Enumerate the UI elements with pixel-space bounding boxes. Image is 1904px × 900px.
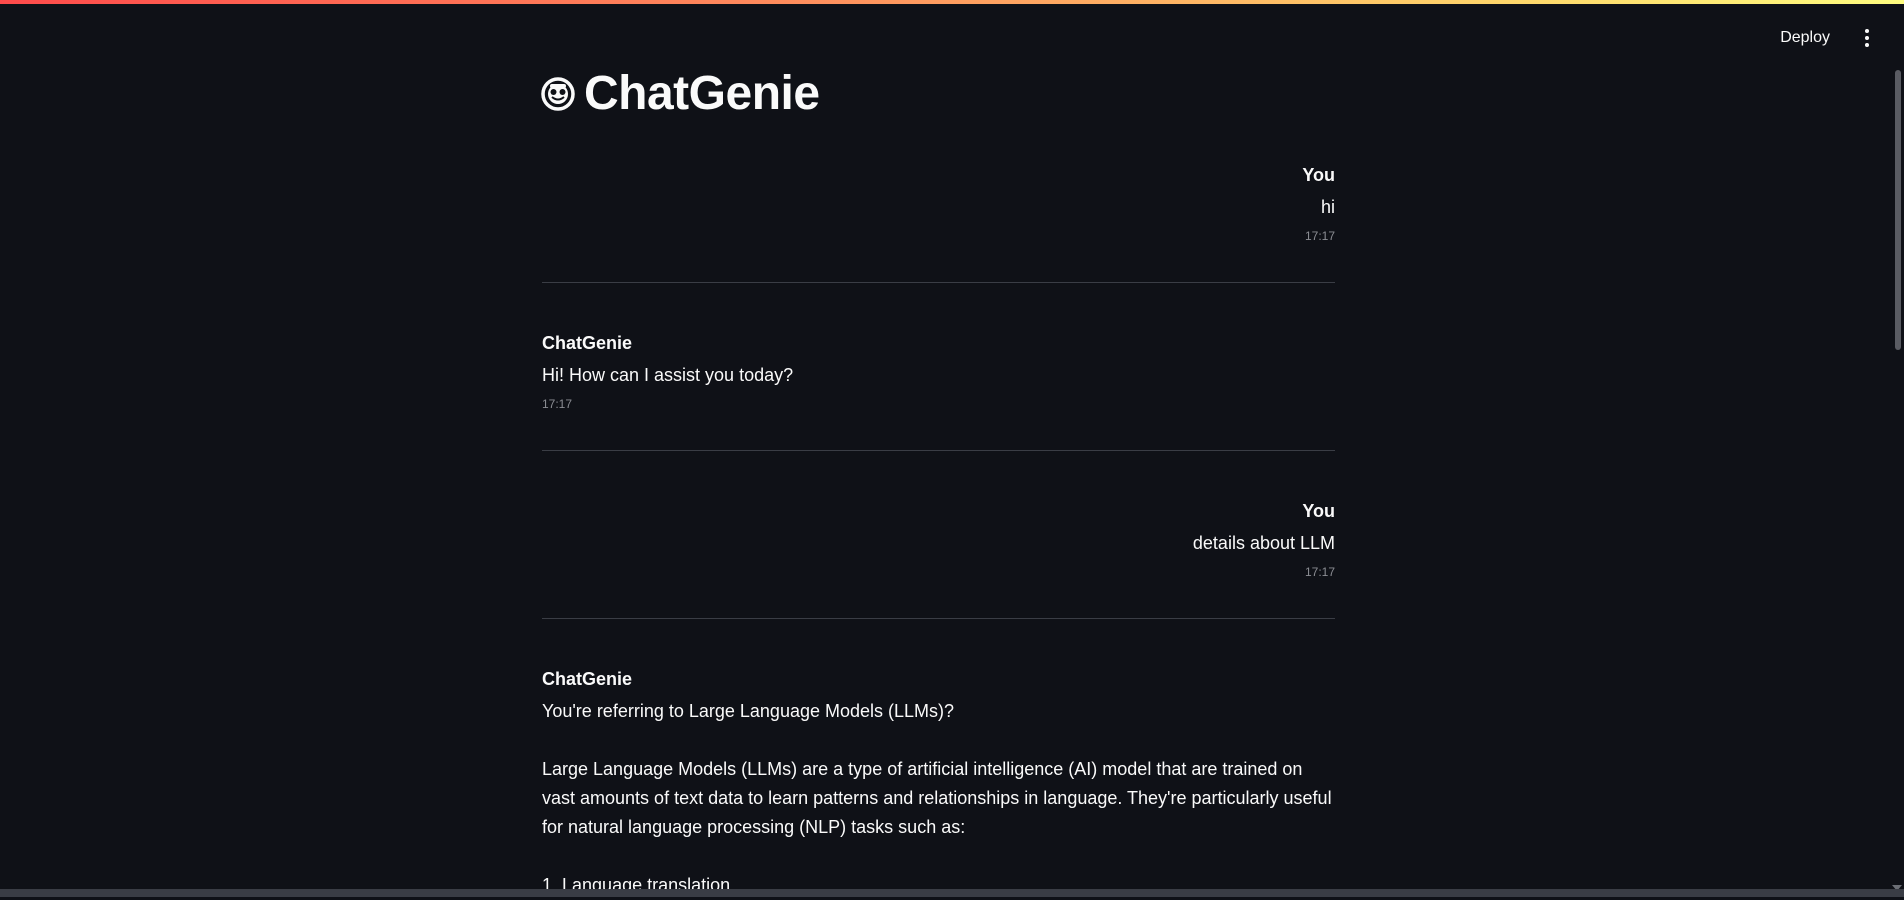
- page-title: ChatGenie: [540, 70, 820, 118]
- message-timestamp: 17:17: [542, 397, 573, 411]
- vertical-scrollbar[interactable]: [1892, 60, 1904, 891]
- deploy-button[interactable]: Deploy: [1774, 25, 1836, 51]
- message-text: details about LLM: [1192, 533, 1335, 553]
- app-toolbar: Deploy: [1774, 22, 1876, 54]
- message-paragraph: You're referring to Large Language Model…: [542, 701, 955, 721]
- message-timestamp: 17:17: [1304, 565, 1335, 579]
- chat-message-bot: ChatGenie You're referring to Large Lang…: [542, 668, 1335, 900]
- message-divider: [542, 618, 1335, 619]
- message-author: You: [1302, 501, 1335, 521]
- message-divider: [542, 450, 1335, 451]
- message-author: ChatGenie: [542, 333, 633, 353]
- chat-message-user: You hi 17:17: [542, 164, 1335, 244]
- chat-message-bot: ChatGenie Hi! How can I assist you today…: [542, 332, 1335, 412]
- genie-face-icon: [541, 77, 575, 111]
- more-options-icon[interactable]: [1858, 26, 1876, 50]
- message-author: ChatGenie: [542, 669, 633, 689]
- message-author: You: [1302, 165, 1335, 185]
- message-paragraph: Large Language Models (LLMs) are a type …: [542, 759, 1332, 837]
- bottom-scroll-track: [0, 889, 1904, 897]
- scrollbar-thumb[interactable]: [1895, 70, 1901, 350]
- message-timestamp: 17:17: [1304, 229, 1335, 243]
- message-text: Hi! How can I assist you today?: [542, 365, 794, 385]
- chat-message-user: You details about LLM 17:17: [542, 500, 1335, 580]
- app-title: ChatGenie: [584, 67, 820, 120]
- top-accent-bar: [0, 0, 1904, 4]
- message-text: hi: [1320, 197, 1335, 217]
- message-divider: [542, 282, 1335, 283]
